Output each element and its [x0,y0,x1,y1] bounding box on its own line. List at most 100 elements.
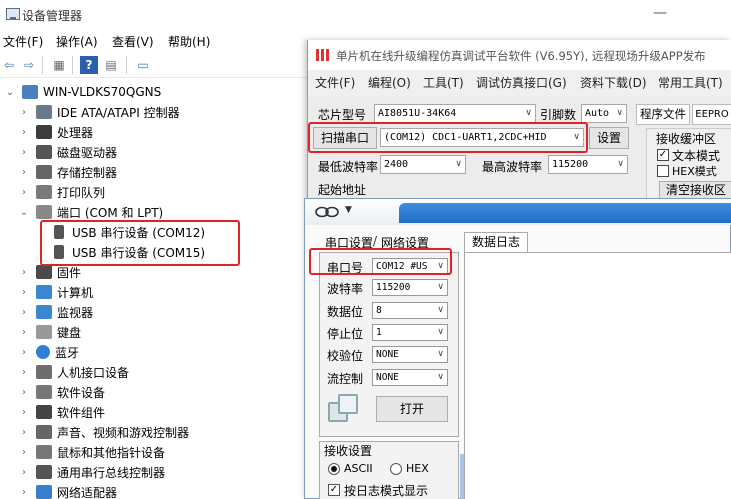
storage-controller-icon [36,165,52,179]
tab-eeprom[interactable]: EEPRO [692,104,731,125]
chevron-right-icon[interactable]: › [18,447,30,458]
tree-item[interactable]: › 打印队列 [18,182,105,202]
tree-item[interactable]: ⌄ 端口 (COM 和 LPT) [18,202,163,222]
computer-name: WIN-VLDKS70QGNS [43,85,162,99]
chevron-right-icon[interactable]: › [18,487,30,498]
tree-item-label: 计算机 [57,285,94,300]
serial-field-select[interactable]: NONE ∨ [372,346,448,363]
open-port-button[interactable]: 打开 [376,396,448,422]
usb-controller-icon [36,465,52,479]
text-mode-checkbox[interactable]: ✓ [657,149,669,161]
tree-item[interactable]: › 键盘 [18,322,81,342]
chevron-right-icon[interactable]: › [18,287,30,298]
tree-item[interactable]: › 声音、视频和游戏控制器 [18,422,189,442]
chevron-right-icon[interactable]: › [18,167,30,178]
serial-field-select[interactable]: 8 ∨ [372,302,448,319]
scan-port-button[interactable]: 扫描串口 [313,127,377,149]
clear-receive-button[interactable]: 清空接收区 [659,181,731,199]
min-baud-select[interactable]: 2400 ∨ [380,155,466,174]
ascii-radio[interactable] [328,463,340,475]
tree-item[interactable]: › 计算机 [18,282,93,302]
chevron-right-icon[interactable]: › [18,267,30,278]
tree-item[interactable]: › 鼠标和其他指针设备 [18,442,165,462]
serial-field-select[interactable]: 1 ∨ [372,324,448,341]
tree-item[interactable]: › 蓝牙 [18,342,79,362]
tree-item[interactable]: › IDE ATA/ATAPI 控制器 [18,102,180,122]
disk-drive-icon [36,145,52,159]
tree-item-label: IDE ATA/ATAPI 控制器 [57,105,180,120]
help-icon[interactable]: ? [80,56,98,74]
tree-item[interactable]: › 磁盘驱动器 [18,142,117,162]
hex-radio[interactable] [390,463,402,475]
receive-buffer-group: 接收缓冲区 ✓ 文本模式 HEX模式 清空接收区 [646,128,731,204]
chevron-right-icon[interactable]: › [18,107,30,118]
chevron-down-icon[interactable]: ⌄ [18,207,30,218]
serial-field-value: NONE [376,349,399,360]
isp-menu-download[interactable]: 资料下载(D) [580,74,647,91]
menu-help[interactable]: 帮助(H) [168,33,210,50]
tab-data-log[interactable]: 数据日志 [464,232,528,252]
serial-field-select[interactable]: NONE ∨ [372,369,448,386]
tree-item[interactable]: › 通用串行总线控制器 [18,462,165,482]
port-select[interactable]: (COM12) CDC1-UART1,2CDC+HID ∨ [380,128,584,147]
serial-field-select[interactable]: 115200 ∨ [372,279,448,296]
chevron-right-icon[interactable]: › [18,387,30,398]
log-mode-checkbox[interactable]: ✓ [328,484,340,496]
port-settings-button[interactable]: 设置 [589,127,629,149]
pin-count-select[interactable]: Auto ∨ [581,104,627,123]
isp-title: 单片机在线升级编程仿真调试平台软件 (V6.95Y), 远程现场升级APP发布 [336,49,706,63]
tree-item[interactable]: › 人机接口设备 [18,362,129,382]
data-log-area[interactable] [464,252,731,499]
tree-item[interactable]: › 监视器 [18,302,93,322]
forward-arrow-icon[interactable]: ⇨ [20,56,38,74]
tree-item-label: USB 串行设备 (COM12) [72,225,206,240]
chevron-right-icon[interactable]: › [18,307,30,318]
tree-item[interactable]: › 固件 [18,262,81,282]
chevron-right-icon[interactable]: › [18,127,30,138]
tree-item-label: 鼠标和其他指针设备 [57,445,166,460]
tab-program-file[interactable]: 程序文件 [636,104,690,125]
menu-action[interactable]: 操作(A) [56,33,98,50]
isp-menu-debug[interactable]: 调试仿真接口(G) [476,74,567,91]
back-arrow-icon[interactable]: ⇦ [0,56,18,74]
chip-model-select[interactable]: AI8051U-34K64 ∨ [374,104,536,123]
tree-child-item[interactable]: USB 串行设备 (COM12) [54,222,205,242]
hex-mode-checkbox[interactable] [657,165,669,177]
isp-menu-file[interactable]: 文件(F) [315,74,355,91]
tree-item[interactable]: › 网络适配器 [18,482,117,499]
chevron-right-icon[interactable]: › [18,327,30,338]
menu-view[interactable]: 查看(V) [112,33,154,50]
scan-grid-icon[interactable]: ▤ [102,56,120,74]
max-baud-select[interactable]: 115200 ∨ [548,155,628,174]
tab-serial-settings[interactable]: 串口设置 [325,234,373,251]
tree-item[interactable]: › 处理器 [18,122,93,142]
title-caption-bar [399,203,731,223]
tree-item-label: 人机接口设备 [57,365,130,380]
tree-child-item[interactable]: USB 串行设备 (COM15) [54,242,205,262]
tree-item-label: 监视器 [57,305,94,320]
tab-network-settings[interactable]: 网络设置 [381,234,429,251]
chevron-right-icon[interactable]: › [18,347,30,358]
chevron-right-icon[interactable]: › [18,467,30,478]
tree-item[interactable]: › 软件设备 [18,382,105,402]
minimize-button[interactable]: — [650,6,670,22]
chevron-right-icon[interactable]: › [18,367,30,378]
chevron-right-icon[interactable]: › [18,407,30,418]
serial-field-select[interactable]: COM12 #US ∨ [372,258,448,275]
device-manager-app-icon [6,8,20,20]
menu-file[interactable]: 文件(F) [3,33,43,50]
chevron-down-icon[interactable]: ⌄ [4,87,16,98]
isp-menu-common-tools[interactable]: 常用工具(T) [658,74,723,91]
chevron-down-icon[interactable]: ▼ [345,205,352,215]
monitor-update-icon[interactable]: ▭ [134,56,152,74]
chevron-right-icon[interactable]: › [18,187,30,198]
vertical-scrollbar[interactable] [460,454,464,499]
chevron-right-icon[interactable]: › [18,147,30,158]
tree-item[interactable]: › 存储控制器 [18,162,117,182]
properties-grid-icon[interactable]: ▦ [50,56,68,74]
tree-item[interactable]: › 软件组件 [18,402,105,422]
chevron-right-icon[interactable]: › [18,427,30,438]
isp-menu-tools[interactable]: 工具(T) [423,74,464,91]
isp-menu-program[interactable]: 编程(O) [368,74,411,91]
tree-root[interactable]: ⌄ WIN-VLDKS70QGNS [4,82,161,102]
